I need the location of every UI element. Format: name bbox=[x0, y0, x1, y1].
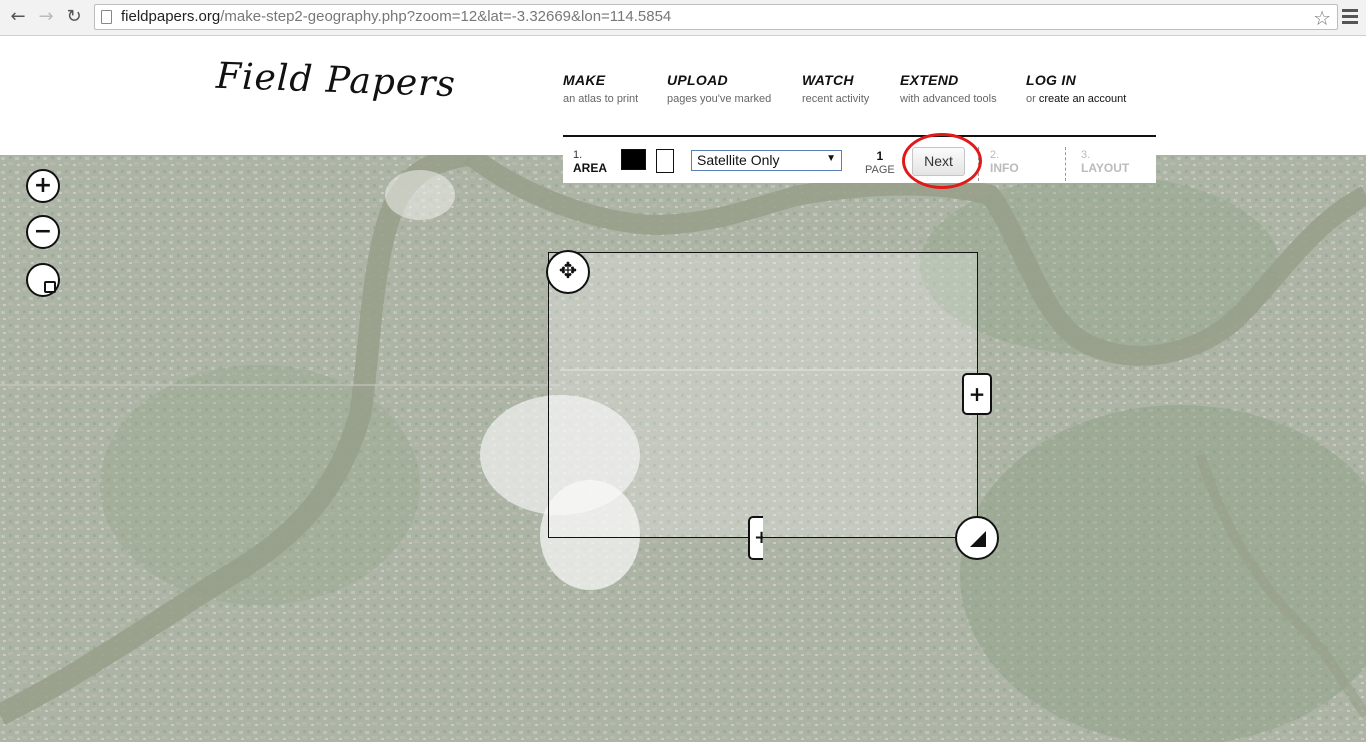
menu-item-title[interactable]: UPLOAD bbox=[667, 72, 771, 88]
back-icon[interactable]: ← bbox=[6, 6, 30, 28]
address-bar[interactable]: fieldpapers.org/make-step2-geography.php… bbox=[94, 4, 1338, 30]
forward-icon[interactable]: → bbox=[34, 6, 58, 28]
dropdown-arrow-icon: ▼ bbox=[826, 153, 836, 164]
step-area: 1. AREA bbox=[573, 149, 608, 175]
menu-item-title[interactable]: WATCH bbox=[802, 72, 869, 88]
create-account-link[interactable]: create an account bbox=[1039, 93, 1126, 105]
menu-item-title[interactable]: MAKE bbox=[563, 72, 638, 88]
menu-item-subtitle: with advanced tools bbox=[900, 93, 997, 105]
menu-item-subtitle: pages you've marked bbox=[667, 93, 772, 105]
reload-icon[interactable]: ↻ bbox=[62, 6, 86, 28]
zoom-out-button[interactable]: − bbox=[26, 215, 60, 249]
map-provider-select[interactable]: Satellite Only ▼ bbox=[691, 150, 842, 171]
landscape-orientation-button[interactable] bbox=[621, 149, 646, 170]
menu-item-login[interactable]: LOG IN or create an account bbox=[1026, 72, 1126, 105]
move-handle-icon[interactable]: ✥ bbox=[546, 250, 590, 294]
browser-menu-icon[interactable] bbox=[1342, 6, 1358, 28]
page-icon bbox=[101, 10, 112, 24]
menu-item-upload[interactable]: UPLOAD pages you've marked bbox=[667, 72, 771, 105]
menu-item-watch[interactable]: WATCH recent activity bbox=[802, 72, 869, 105]
menu-item-title[interactable]: EXTEND bbox=[900, 72, 997, 88]
site-logo[interactable]: Field Papers bbox=[215, 56, 456, 105]
step-layout: 3. LAYOUT bbox=[1081, 149, 1130, 175]
step-info: 2. INFO bbox=[990, 149, 1019, 175]
atlas-area-rectangle[interactable] bbox=[548, 252, 978, 538]
add-row-handle[interactable]: + bbox=[748, 516, 763, 560]
menu-item-extend[interactable]: EXTEND with advanced tools bbox=[900, 72, 997, 105]
bookmark-star-icon[interactable]: ☆ bbox=[1313, 6, 1331, 30]
portrait-orientation-button[interactable] bbox=[656, 149, 674, 173]
atlas-step-toolbar: 1. AREA Satellite Only ▼ 1 PAGE Next 2. … bbox=[563, 135, 1156, 183]
menu-item-subtitle: or create an account bbox=[1026, 93, 1127, 105]
url-text[interactable]: fieldpapers.org/make-step2-geography.php… bbox=[121, 8, 671, 25]
add-column-handle[interactable]: + bbox=[962, 373, 992, 415]
red-highlight-circle bbox=[902, 133, 982, 189]
page-count: 1 PAGE bbox=[865, 149, 895, 176]
browser-toolbar: ← → ↻ fieldpapers.org/make-step2-geograp… bbox=[0, 0, 1366, 36]
step-divider bbox=[1065, 147, 1066, 181]
page-add-icon[interactable] bbox=[26, 263, 60, 297]
menu-item-subtitle: an atlas to print bbox=[563, 93, 639, 105]
menu-item-make[interactable]: MAKE an atlas to print bbox=[563, 72, 638, 105]
resize-handle-icon[interactable] bbox=[955, 516, 999, 560]
menu-item-subtitle: recent activity bbox=[802, 93, 870, 105]
menu-item-title[interactable]: LOG IN bbox=[1026, 72, 1126, 88]
zoom-in-button[interactable]: + bbox=[26, 169, 60, 203]
